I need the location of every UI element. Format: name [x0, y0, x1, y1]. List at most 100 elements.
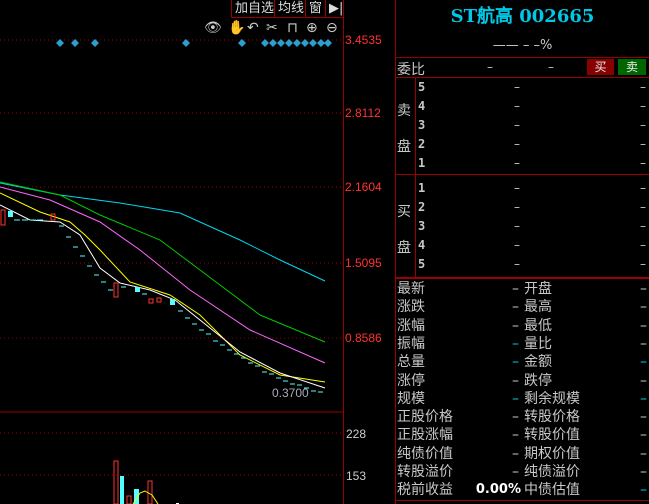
stat-label: 振幅 [397, 335, 425, 352]
buy-volume: – [640, 257, 646, 271]
divider [396, 57, 649, 58]
stat-label: 中债估值 [524, 482, 580, 499]
buy-level: 2 [418, 200, 426, 214]
stat-label: 转股溢价 [397, 464, 453, 480]
sell-volume: – [640, 80, 646, 94]
weibi-value: – [487, 60, 493, 74]
buy-volume: – [640, 200, 646, 214]
divider [415, 78, 416, 278]
stat-value: – [640, 390, 647, 407]
stat-label: 跌停 [524, 372, 552, 389]
price-axis-label: 0.8586 [345, 331, 382, 345]
sell-volume: – [640, 118, 646, 132]
volume-axis-label: 228 [346, 427, 367, 441]
sell-price: – [514, 156, 520, 170]
stat-value: – [640, 445, 647, 462]
buy-volume: – [640, 181, 646, 195]
sell-level: 5 [418, 80, 426, 94]
stat-value: – [512, 317, 519, 334]
ma-line-green [0, 181, 326, 343]
buy-price: – [514, 219, 520, 233]
stat-value: – [512, 299, 519, 316]
sell-price: – [514, 137, 520, 151]
stat-row: 涨停 – 跌停 – [397, 372, 649, 390]
candles [0, 209, 323, 393]
sell-level: 3 [418, 118, 426, 132]
stat-row: 纯债价值 – 期权价值 – [397, 445, 649, 463]
sell-price: – [514, 80, 520, 94]
volume-axis-label: 153 [346, 469, 367, 483]
stat-label: 纯债溢价 [524, 464, 580, 480]
stat-value: – [640, 482, 647, 499]
stat-value: – [640, 354, 647, 371]
price-axis-label: 3.4535 [345, 33, 382, 47]
sell-button[interactable]: 卖 [618, 59, 646, 75]
stat-label: 转股价格 [524, 409, 580, 426]
buy-price: – [514, 238, 520, 252]
ma-line-white [0, 204, 326, 389]
stat-value: – [512, 445, 519, 462]
stat-value: – [640, 372, 647, 389]
ma-line-cyan [0, 182, 326, 282]
stat-value: – [512, 427, 519, 444]
volume-bars [113, 460, 179, 504]
stat-label: 涨幅 [397, 317, 425, 334]
stat-label: 纯债价值 [397, 445, 453, 462]
stat-row: 转股溢价 – 纯债溢价 – [397, 463, 649, 481]
divider [396, 77, 649, 78]
stat-label: 规模 [397, 390, 425, 407]
stat-row: 涨幅 – 最低 – [397, 317, 649, 335]
stat-value: – [512, 281, 519, 297]
stat-value: – [512, 372, 519, 389]
stat-value: – [512, 390, 519, 407]
sell-volume: – [640, 137, 646, 151]
stat-label: 量比 [524, 335, 552, 352]
price-axis-label: 1.5095 [345, 256, 382, 270]
stat-value: – [640, 335, 647, 352]
stat-label: 最低 [524, 317, 552, 334]
stat-value: – [640, 299, 647, 316]
stat-row: 正股涨幅 – 转股价值 – [397, 426, 649, 444]
stat-row: 振幅 – 量比 – [397, 335, 649, 353]
stat-label: 涨跌 [397, 299, 425, 316]
buy-button[interactable]: 买 [587, 59, 614, 75]
sell-volume: – [640, 99, 646, 113]
stat-label: 涨停 [397, 372, 425, 389]
stat-value: – [512, 464, 519, 480]
sell-level: 1 [418, 156, 426, 170]
buy-volume: – [640, 219, 646, 233]
panel-border [395, 0, 396, 504]
kline-chart[interactable] [0, 0, 343, 504]
divider [396, 500, 649, 501]
sell-level: 2 [418, 137, 426, 151]
stat-value: – [512, 409, 519, 426]
buy-side-label: 买 [397, 204, 411, 220]
buy-price: – [514, 200, 520, 214]
buy-side-label: 盘 [397, 240, 411, 256]
stat-label: 转股价值 [524, 427, 580, 444]
buy-level: 1 [418, 181, 426, 195]
price-axis-label: 2.8112 [345, 106, 381, 120]
stat-value: – [512, 354, 519, 371]
sell-price: – [514, 118, 520, 132]
stat-label: 最高 [524, 299, 552, 316]
buy-level: 5 [418, 257, 426, 271]
stat-label: 总量 [397, 354, 425, 371]
stat-label: 金额 [524, 354, 552, 371]
divider [396, 277, 649, 279]
weibi-label: 委比 [397, 62, 425, 78]
stat-value: – [640, 427, 647, 444]
sell-level: 4 [418, 99, 426, 113]
stat-row: 最新 – 开盘 – [397, 280, 649, 298]
price-axis-label: 2.1604 [345, 180, 382, 194]
stat-row: 税前收益 0.00% 中债估值 – [397, 481, 649, 499]
sell-volume: – [640, 156, 646, 170]
price-change: —— – –% [492, 38, 553, 53]
buy-level: 3 [418, 219, 426, 233]
weicha-value: – [548, 60, 554, 74]
divider [396, 174, 649, 175]
last-price-label: 0.3700 [272, 386, 309, 400]
stat-label: 正股涨幅 [397, 427, 453, 444]
stat-label: 期权价值 [524, 445, 580, 462]
stat-value: 0.00% [475, 482, 521, 498]
